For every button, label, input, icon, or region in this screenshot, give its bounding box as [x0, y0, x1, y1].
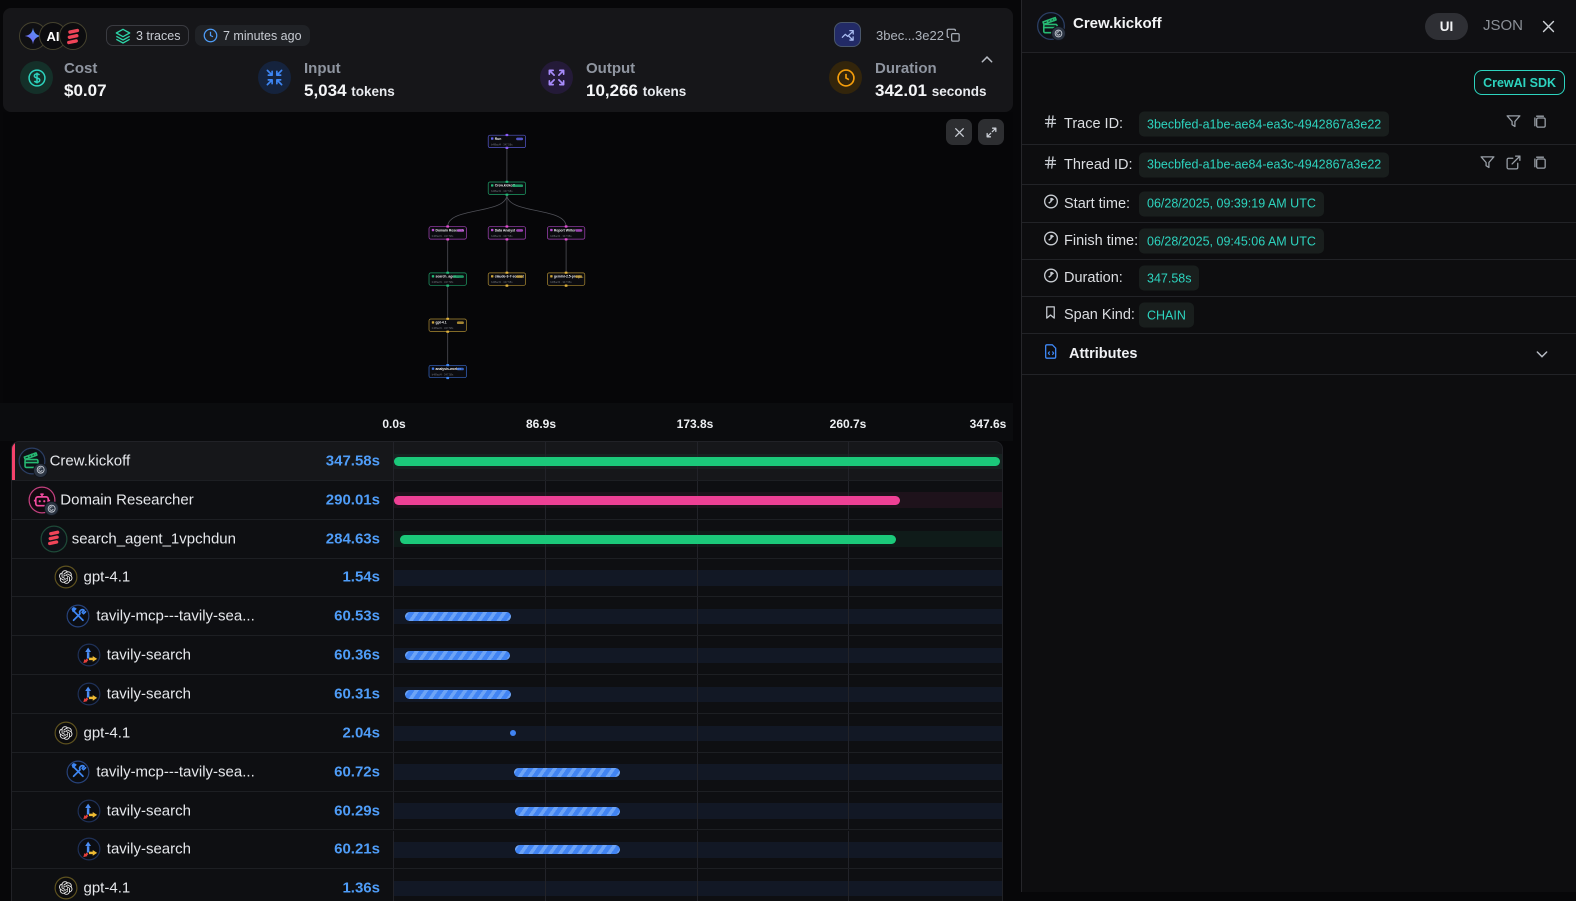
svg-text:b4f8acf4 · 347.58s: b4f8acf4 · 347.58s	[550, 234, 572, 238]
svg-text:b4f8acf4 · 347.58s: b4f8acf4 · 347.58s	[432, 326, 454, 330]
svg-text:Report Writer: Report Writer	[554, 228, 576, 232]
svg-text:b4f8acf4 · 347.58s: b4f8acf4 · 347.58s	[432, 280, 454, 284]
svg-text:Data Analyst: Data Analyst	[495, 228, 516, 232]
svg-text:Run: Run	[495, 137, 502, 141]
svg-text:b4f8acf4 · 347.58s: b4f8acf4 · 347.58s	[491, 142, 513, 146]
svg-text:b4f8acf4 · 347.58s: b4f8acf4 · 347.58s	[491, 234, 513, 238]
svg-text:b4f8acf4 · 347.58s: b4f8acf4 · 347.58s	[432, 234, 454, 238]
svg-text:b4f8acf4 · 347.58s: b4f8acf4 · 347.58s	[491, 189, 513, 193]
svg-text:gpt-4.1: gpt-4.1	[436, 321, 447, 325]
svg-text:b4f8acf4 · 347.58s: b4f8acf4 · 347.58s	[491, 280, 513, 284]
svg-text:b4f8acf4 · 347.58s: b4f8acf4 · 347.58s	[432, 373, 454, 377]
svg-text:b4f8acf4 · 347.58s: b4f8acf4 · 347.58s	[550, 280, 572, 284]
